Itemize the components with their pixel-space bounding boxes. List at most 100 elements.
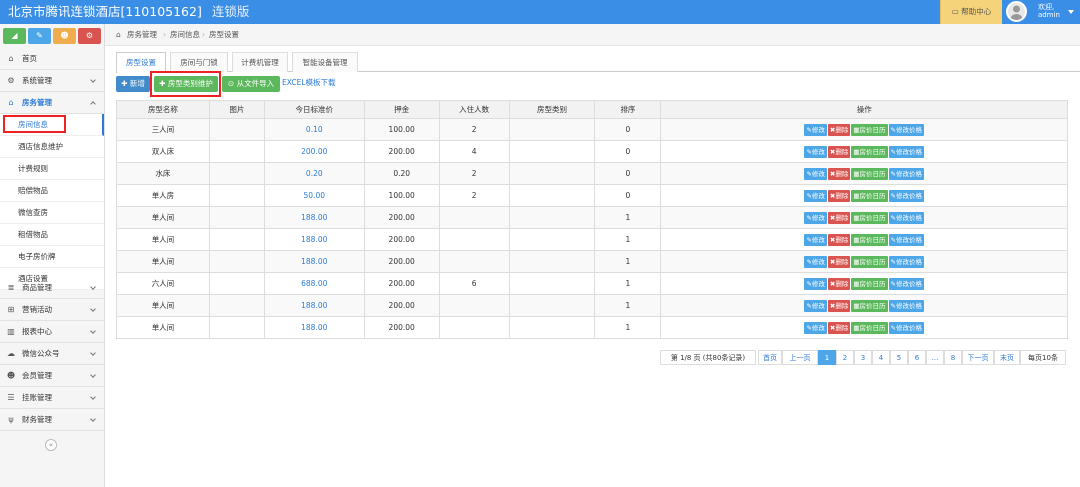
price-calendar-button[interactable]: ▦房价日历 xyxy=(851,167,888,180)
import-file-button[interactable]: ⊙ 从文件导入 xyxy=(222,76,280,92)
edit-price-button[interactable]: ✎修改价格 xyxy=(888,211,924,224)
page-button[interactable]: 5 xyxy=(890,350,908,365)
sidebar-item-finance[interactable]: ψ 财务管理 xyxy=(0,409,104,431)
sidebar-item-credit[interactable]: ☰ 挂账管理 xyxy=(0,387,104,409)
table-cell: 1 xyxy=(594,228,662,251)
tab-smart-devices[interactable]: 智能设备管理 xyxy=(292,52,358,72)
delete-button[interactable]: ✖删除 xyxy=(827,255,851,268)
sidebar-sub-wechat-check[interactable]: 微信查房 xyxy=(0,202,104,224)
highlight-box-category xyxy=(150,71,221,97)
bank-icon: ⌂ xyxy=(8,98,14,107)
price-calendar-button[interactable]: ▦房价日历 xyxy=(851,277,888,290)
table-cell xyxy=(508,250,596,273)
edit-button[interactable]: ✎修改 xyxy=(804,123,827,136)
edit-button[interactable]: ✎修改 xyxy=(804,167,827,180)
caret-down-icon xyxy=(1068,10,1074,14)
sidebar-item-home[interactable]: ⌂ 首页 xyxy=(0,48,104,70)
edit-price-button[interactable]: ✎修改价格 xyxy=(888,321,924,334)
edit-price-button[interactable]: ✎修改价格 xyxy=(888,189,924,202)
price-calendar-button[interactable]: ▦房价日历 xyxy=(851,299,888,312)
tab-billing-machine[interactable]: 计费机管理 xyxy=(232,52,288,72)
collapse-sidebar-icon[interactable]: « xyxy=(45,439,57,451)
first-page-button[interactable]: 首页 xyxy=(758,350,782,365)
sidebar-item-reports[interactable]: ▥ 报表中心 xyxy=(0,321,104,343)
chevron-down-icon xyxy=(90,77,96,83)
edit-button[interactable]: ✎修改 xyxy=(804,211,827,224)
tab-rooms-locks[interactable]: 房间与门锁 xyxy=(170,52,228,72)
users-icon[interactable]: ☻ xyxy=(53,28,76,44)
table-cell: 200.00 xyxy=(363,228,440,251)
actions-cell: ✎修改 ✖删除 ▦房价日历 ✎修改价格 xyxy=(660,140,1068,163)
delete-button[interactable]: ✖删除 xyxy=(827,189,851,202)
delete-button[interactable]: ✖删除 xyxy=(827,277,851,290)
prev-page-button[interactable]: 上一页 xyxy=(782,350,818,365)
table-cell: 188.00 xyxy=(263,206,365,229)
edit-price-button[interactable]: ✎修改价格 xyxy=(888,299,924,312)
sidebar-item-goods[interactable]: ≣ 商品管理 xyxy=(0,277,104,299)
sidebar-sub-rental[interactable]: 租借物品 xyxy=(0,224,104,246)
column-header: 房型名称 xyxy=(116,100,210,119)
next-page-button[interactable]: 下一页 xyxy=(962,350,994,365)
edit-price-button[interactable]: ✎修改价格 xyxy=(888,233,924,246)
page-button[interactable]: 3 xyxy=(854,350,872,365)
price-calendar-button[interactable]: ▦房价日历 xyxy=(851,145,888,158)
price-calendar-button[interactable]: ▦房价日历 xyxy=(851,189,888,202)
delete-button[interactable]: ✖删除 xyxy=(827,321,851,334)
price-calendar-button[interactable]: ▦房价日历 xyxy=(851,255,888,268)
action-label: 修改 xyxy=(811,147,825,156)
page-button[interactable]: 8 xyxy=(944,350,962,365)
edit-button[interactable]: ✎修改 xyxy=(804,299,827,312)
price-calendar-button[interactable]: ▦房价日历 xyxy=(851,123,888,136)
delete-button[interactable]: ✖删除 xyxy=(827,145,851,158)
excel-template-link[interactable]: EXCEL模板下载 xyxy=(282,76,336,90)
edit-button[interactable]: ✎修改 xyxy=(804,321,827,334)
edit-price-button[interactable]: ✎修改价格 xyxy=(888,145,924,158)
sidebar-sub-price-board[interactable]: 电子房价牌 xyxy=(0,246,104,268)
action-label: 修改价格 xyxy=(895,301,922,310)
sidebar-sub-compensation[interactable]: 赔偿物品 xyxy=(0,180,104,202)
edit-button[interactable]: ✎修改 xyxy=(804,145,827,158)
price-calendar-button[interactable]: ▦房价日历 xyxy=(851,211,888,224)
action-label: 修改 xyxy=(811,323,825,332)
price-calendar-button[interactable]: ▦房价日历 xyxy=(851,321,888,334)
edit-button[interactable]: ✎修改 xyxy=(804,255,827,268)
breadcrumb-item[interactable]: 房间信息 xyxy=(170,24,200,46)
delete-button[interactable]: ✖删除 xyxy=(827,167,851,180)
edit-button[interactable]: ✎修改 xyxy=(804,277,827,290)
edit-price-button[interactable]: ✎修改价格 xyxy=(888,123,924,136)
cogs-icon[interactable]: ⚙ xyxy=(78,28,101,44)
table-cell xyxy=(508,316,596,339)
page-button[interactable]: 1 xyxy=(818,350,836,365)
delete-button[interactable]: ✖删除 xyxy=(827,233,851,246)
sidebar-item-marketing[interactable]: ⊞ 营销活动 xyxy=(0,299,104,321)
edit-price-button[interactable]: ✎修改价格 xyxy=(888,277,924,290)
page-button[interactable]: 2 xyxy=(836,350,854,365)
table-cell: 0 xyxy=(594,140,662,163)
user-menu[interactable]: 欢迎, admin xyxy=(1004,0,1080,24)
pencil-icon[interactable]: ✎ xyxy=(28,28,51,44)
sidebar-item-members[interactable]: ☻ 会员管理 xyxy=(0,365,104,387)
sidebar-item-rooms[interactable]: ⌂ 房务管理 xyxy=(0,92,104,114)
delete-button[interactable]: ✖删除 xyxy=(827,211,851,224)
breadcrumb-item[interactable]: 房务管理 xyxy=(127,24,157,46)
chart-icon[interactable]: ◢ xyxy=(3,28,26,44)
page-button[interactable]: 4 xyxy=(872,350,890,365)
edit-price-button[interactable]: ✎修改价格 xyxy=(888,167,924,180)
edit-button[interactable]: ✎修改 xyxy=(804,233,827,246)
last-page-button[interactable]: 末页 xyxy=(994,350,1020,365)
sidebar-item-system[interactable]: ⚙ 系统管理 xyxy=(0,70,104,92)
sidebar-sub-hotel-info[interactable]: 酒店信息维护 xyxy=(0,136,104,158)
price-calendar-button[interactable]: ▦房价日历 xyxy=(851,233,888,246)
sidebar-sub-billing-rules[interactable]: 计费规则 xyxy=(0,158,104,180)
edit-price-button[interactable]: ✎修改价格 xyxy=(888,255,924,268)
page-size-select[interactable]: 每页10条 xyxy=(1020,350,1066,365)
delete-button[interactable]: ✖删除 xyxy=(827,123,851,136)
page-button[interactable]: 6 xyxy=(908,350,926,365)
edit-button[interactable]: ✎修改 xyxy=(804,189,827,202)
add-button[interactable]: ✚ 新增 xyxy=(116,76,150,92)
page-button[interactable]: ... xyxy=(926,350,944,365)
sidebar-item-wechat[interactable]: ☁ 微信公众号 xyxy=(0,343,104,365)
delete-button[interactable]: ✖删除 xyxy=(827,299,851,312)
tab-room-type[interactable]: 房型设置 xyxy=(116,52,166,73)
help-center-button[interactable]: ▭ 帮助中心 xyxy=(940,0,1002,24)
